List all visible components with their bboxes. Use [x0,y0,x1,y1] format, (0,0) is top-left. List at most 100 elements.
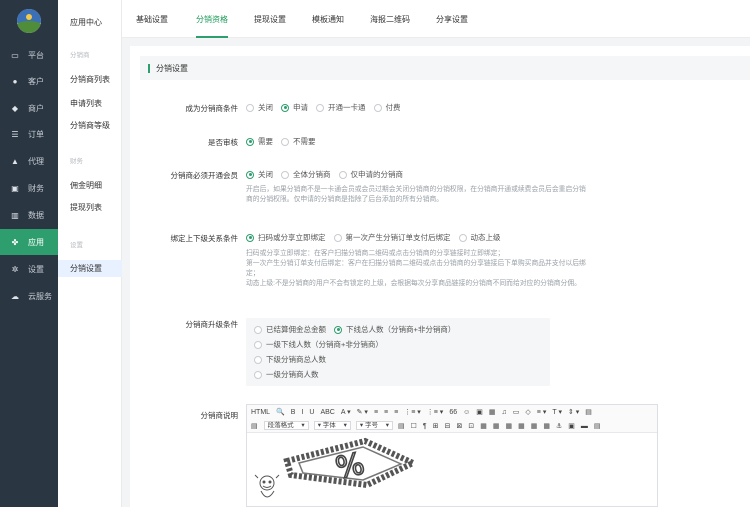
upgrade-option-total-downline[interactable]: 下线总人数（分销商+非分销商） [334,324,455,335]
editor-tool-19[interactable]: ◇ [525,408,530,416]
bind-option-0[interactable]: 扫码或分享立即绑定 [246,232,326,243]
sidebar-item-map[interactable]: ▲ 代理 [0,148,58,174]
submenu-item-distributor-list[interactable]: 分销商列表 [58,71,122,88]
editor-tool-row2-7[interactable]: ▦ [480,423,487,430]
radio-bind-1[interactable] [333,233,342,242]
member-option-0[interactable]: 关闭 [246,169,273,180]
radio-condition-2[interactable] [316,103,324,112]
radio-upgrade-3[interactable] [254,355,262,364]
condition-option-1[interactable]: 申请 [281,102,308,113]
editor-format-icon[interactable]: ▤ [251,422,258,430]
editor-tool-6[interactable]: A ▾ [341,408,351,416]
editor-tool-row2-0[interactable]: ▤ [398,423,405,430]
editor-tool-7[interactable]: ✎ ▾ [357,408,368,416]
audit-option-0[interactable]: 需要 [246,136,273,147]
radio-upgrade-4[interactable] [254,370,262,379]
editor-tool-12[interactable]: ⋮≡ ▾ [427,408,444,416]
font-size-select[interactable]: ▾ 字号 ▾ [355,421,394,430]
editor-tool-row2-16[interactable]: ▤ [594,423,601,430]
sidebar-item-apps[interactable]: ✤ 应用 [0,229,58,255]
editor-tool-16[interactable]: ▦ [489,408,496,416]
editor-tool-23[interactable]: ▤ [585,408,592,416]
tab-share-settings[interactable]: 分享设置 [436,0,468,38]
radio-member-1[interactable] [281,170,289,179]
condition-option-0[interactable]: 关闭 [246,102,273,113]
upgrade-option-first-level-downline[interactable]: 一级下线人数（分销商+非分销商） [254,339,383,350]
editor-tool-17[interactable]: ♫ [502,409,507,416]
condition-option-3[interactable]: 付费 [373,102,401,113]
editor-tool-row2-8[interactable]: ▦ [493,423,500,430]
logo[interactable] [17,9,41,33]
radio-member-2[interactable] [338,170,347,179]
font-family-select[interactable]: ▾ 字体 ▾ [313,421,351,430]
submenu-item-distribution-settings[interactable]: 分销设置 [58,260,122,277]
sidebar-item-list[interactable]: ☰ 订单 [0,121,58,147]
upgrade-option-sub-distributors[interactable]: 下级分销商总人数 [254,354,326,365]
editor-tool-2[interactable]: B [291,409,296,416]
editor-tool-4[interactable]: U [309,409,314,416]
sidebar-item-user[interactable]: ● 客户 [0,68,58,94]
upgrade-option-first-level-distributors[interactable]: 一级分销商人数 [254,369,319,380]
editor-tool-row2-13[interactable]: ⚓ [556,423,562,430]
editor-tool-1[interactable]: 🔍 [276,408,285,416]
editor-tool-21[interactable]: T ▾ [552,408,562,416]
editor-tool-11[interactable]: ⋮≡ ▾ [404,408,421,416]
sidebar-item-gear[interactable]: ✲ 设置 [0,256,58,282]
editor-tool-9[interactable]: ≡ [384,409,388,416]
editor-tool-row2-12[interactable]: ▦ [543,423,550,430]
radio-upgrade-2[interactable] [254,340,262,349]
editor-tool-row2-14[interactable]: ▣ [568,423,575,430]
editor-tool-5[interactable]: ABC [320,409,334,416]
editor-tool-0[interactable]: HTML [251,409,270,416]
editor-tool-row2-11[interactable]: ▦ [531,423,538,430]
editor-tool-20[interactable]: ≡ ▾ [537,408,547,416]
radio-bind-2[interactable] [458,233,467,242]
sidebar-item-cloud[interactable]: ☁ 云服务 [0,283,58,309]
upgrade-option-settled-commission[interactable]: 已结算佣金总金额 [254,324,326,335]
radio-condition-0[interactable] [246,103,254,112]
editor-tool-row2-4[interactable]: ⊟ [445,423,451,430]
editor-tool-15[interactable]: ▣ [476,408,483,416]
submenu-item-commission[interactable]: 佣金明细 [58,177,122,194]
radio-member-0[interactable] [246,170,254,179]
radio-audit-0[interactable] [246,137,254,146]
editor-tool-row2-5[interactable]: ⊠ [456,423,462,430]
editor-tool-14[interactable]: ☺ [463,409,470,416]
submenu-item-apply-list[interactable]: 申请列表 [58,95,122,112]
audit-option-1[interactable]: 不需要 [281,136,316,147]
editor-tool-row2-3[interactable]: ⊞ [433,423,439,430]
editor-tool-22[interactable]: ⇕ ▾ [568,408,579,416]
editor-tool-18[interactable]: ▭ [513,408,520,416]
tab-distribution-qualification[interactable]: 分销资格 [196,0,228,38]
editor-tool-row2-10[interactable]: ▦ [518,423,525,430]
radio-condition-1[interactable] [281,103,289,112]
editor-tool-row2-9[interactable]: ▦ [505,423,512,430]
bind-option-2[interactable]: 动态上级 [458,232,501,243]
member-option-2[interactable]: 仅申请的分销商 [338,169,403,180]
editor-tool-row2-2[interactable]: ¶ [423,423,427,430]
editor-tool-8[interactable]: ≡ [374,409,378,416]
bind-option-1[interactable]: 第一次产生分销订单支付后绑定 [333,232,451,243]
rich-text-editor[interactable]: HTML 🔍 B I U ABC A ▾ ✎ ▾ ≡ ≡ ≡ ⋮≡ ▾ ⋮≡ ▾ 66 ☺ ▣ ▦ ♫ ▭ ◇ ≡ ▾ T… [246,404,658,507]
tab-basic-settings[interactable]: 基础设置 [136,0,168,38]
editor-tool-row2-1[interactable]: ☐ [411,423,417,430]
sidebar-item-users[interactable]: ◆ 商户 [0,95,58,121]
submenu-item-distributor-level[interactable]: 分销商等级 [58,117,122,134]
editor-tool-row2-15[interactable]: ▬ [581,423,588,430]
sidebar-item-chart[interactable]: ▥ 数据 [0,202,58,228]
member-option-1[interactable]: 全体分销商 [281,169,331,180]
condition-option-2[interactable]: 开通一卡通 [316,102,366,113]
sidebar-item-wallet[interactable]: ▣ 财务 [0,175,58,201]
tab-poster-qrcode[interactable]: 海报二维码 [370,0,410,38]
tab-withdraw-settings[interactable]: 提现设置 [254,0,286,38]
radio-bind-0[interactable] [246,233,254,242]
editor-tool-row2-6[interactable]: ⊡ [468,423,474,430]
radio-upgrade-0[interactable] [254,325,262,334]
radio-condition-3[interactable] [373,103,382,112]
editor-tool-13[interactable]: 66 [449,409,457,416]
paragraph-format-select[interactable]: 段落格式 ▾ [263,421,309,430]
editor-tool-3[interactable]: I [301,409,303,416]
radio-audit-1[interactable] [281,137,289,146]
editor-content[interactable]: % [247,433,657,506]
tab-template-notify[interactable]: 模板通知 [312,0,344,38]
